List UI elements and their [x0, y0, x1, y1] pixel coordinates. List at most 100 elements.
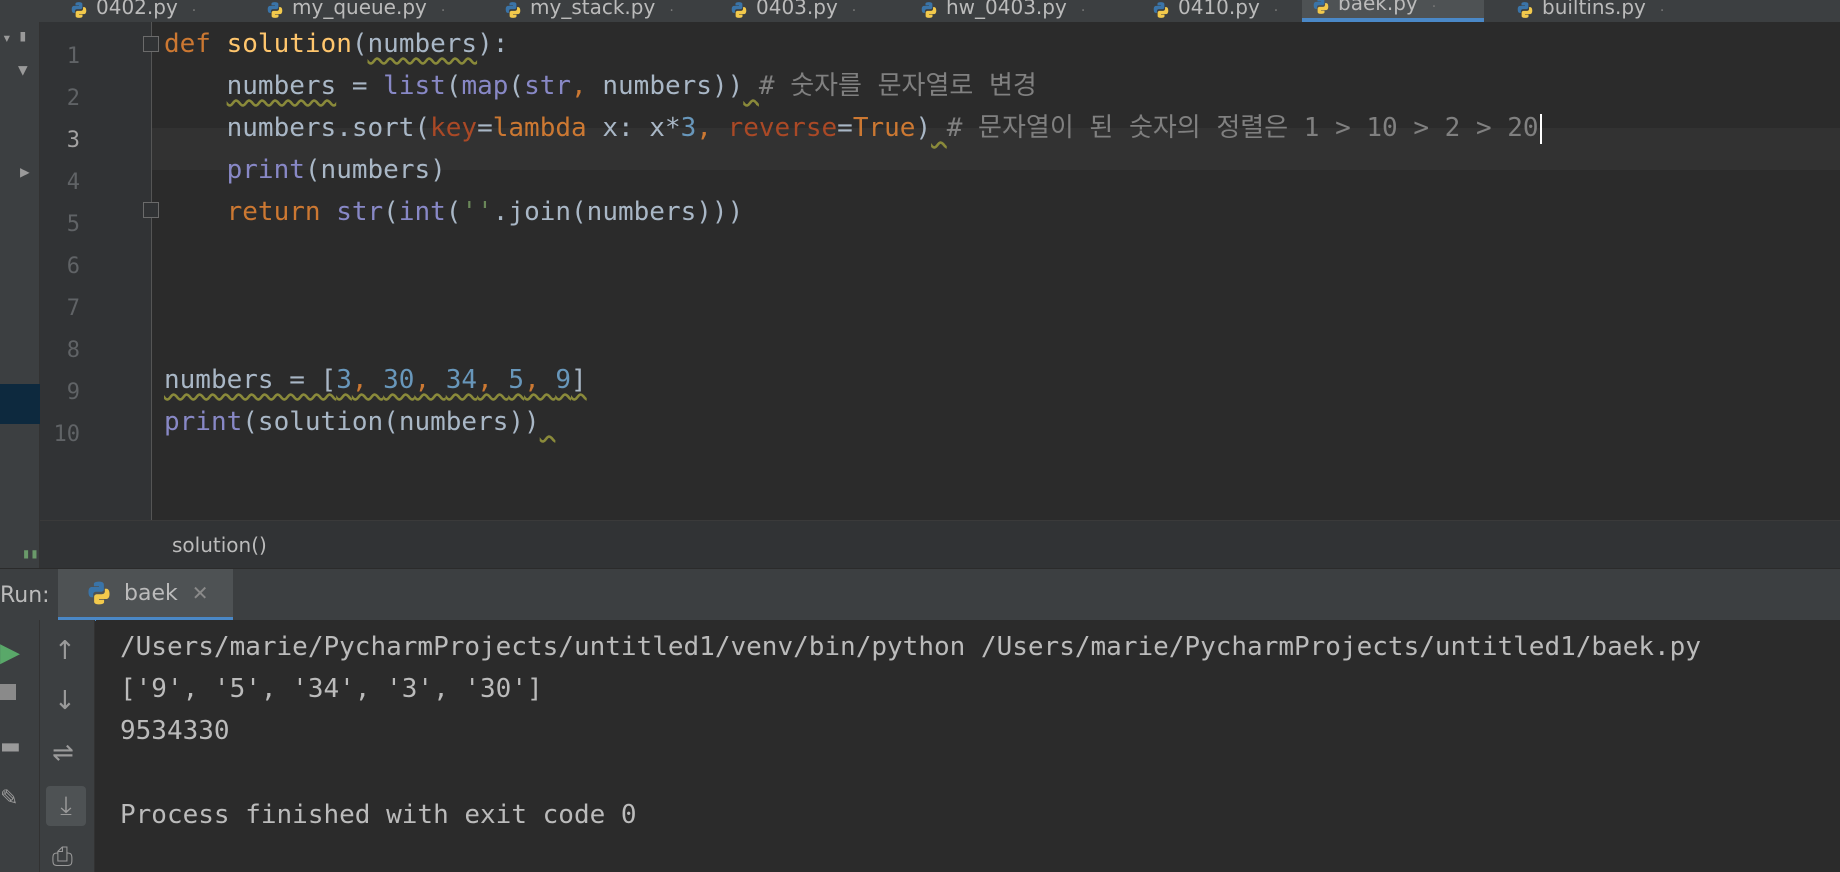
- code-token: 3: [336, 365, 352, 395]
- code-token: lambda: [492, 113, 603, 143]
- code-token: 30: [383, 365, 415, 395]
- code-token: (: [445, 197, 462, 227]
- tree-selected-row[interactable]: [0, 384, 40, 424]
- code-line[interactable]: print(solution(numbers)): [164, 401, 555, 443]
- code-token: return: [226, 197, 337, 227]
- close-icon[interactable]: ·: [1274, 3, 1278, 19]
- console-line: /Users/marie/PycharmProjects/untitled1/v…: [120, 632, 1701, 662]
- code-token: numbers.sort(: [226, 113, 431, 143]
- line-number: 3: [66, 128, 80, 153]
- soft-wrap-icon[interactable]: ⇌: [52, 738, 74, 768]
- code-token: True: [852, 113, 916, 143]
- code-token: print: [164, 407, 243, 437]
- code-token: numbers: [226, 71, 337, 101]
- file-icon[interactable]: ▮: [18, 26, 28, 45]
- tab-label: my_queue.py: [292, 0, 427, 19]
- close-icon[interactable]: ·: [669, 3, 673, 19]
- python-icon: [88, 581, 110, 605]
- breadcrumb-item-solution[interactable]: solution(): [172, 533, 267, 557]
- code-line[interactable]: numbers.sort(key=lambda x: x*3, reverse=…: [164, 107, 1542, 149]
- line-number: 7: [66, 296, 80, 321]
- python-icon: [731, 2, 747, 18]
- tab-my_queue-py[interactable]: my_queue.py ·: [256, 0, 476, 22]
- tab-builtins-py[interactable]: builtins.py ·: [1506, 0, 1696, 22]
- line-number: 8: [66, 338, 80, 363]
- code-line[interactable]: numbers = list(map(str, numbers)) # 숫자를 …: [164, 65, 1037, 107]
- line-number: 10: [53, 422, 81, 447]
- tab-hw_0403-py[interactable]: hw_0403.py ·: [910, 0, 1125, 22]
- scroll-to-end-icon[interactable]: ⤓: [46, 786, 86, 826]
- close-icon[interactable]: ·: [852, 3, 856, 19]
- python-icon: [71, 2, 87, 18]
- code-token: ,: [477, 365, 509, 395]
- tab-0410-py[interactable]: 0410.py ·: [1142, 0, 1282, 22]
- code-token: (: [445, 71, 462, 101]
- tab-baek-py[interactable]: baek.py ·: [1302, 0, 1484, 22]
- code-token: =: [837, 113, 853, 143]
- pin-icon[interactable]: ✎: [0, 786, 18, 811]
- close-icon[interactable]: ✕: [192, 581, 209, 605]
- run-label: Run:: [0, 583, 50, 608]
- run-console-output[interactable]: /Users/marie/PycharmProjects/untitled1/v…: [96, 620, 1840, 872]
- tab-0402-py[interactable]: 0402.py ·: [60, 0, 240, 22]
- close-icon[interactable]: ·: [1432, 0, 1436, 15]
- code-token: ,: [524, 365, 556, 395]
- close-icon[interactable]: ·: [192, 3, 196, 19]
- code-token: # 문자열이 된 숫자의 정렬은 1 > 10 > 2 > 20: [946, 113, 1539, 143]
- close-icon[interactable]: ·: [441, 3, 445, 19]
- chevron-down-icon[interactable]: ▼: [18, 60, 28, 79]
- chevron-right-icon[interactable]: ▶: [20, 162, 30, 181]
- code-token: (: [351, 29, 368, 59]
- project-tool-strip: ▾ ▮ ▼ ▶ ▮▮: [0, 22, 40, 568]
- chevron-down-icon[interactable]: ▾: [2, 28, 12, 47]
- tab-label: 0402.py: [96, 0, 178, 19]
- code-line[interactable]: print(numbers): [164, 149, 446, 191]
- structure-icon[interactable]: ▮▮: [22, 546, 39, 562]
- arrow-down-icon[interactable]: ↓: [54, 686, 76, 716]
- close-icon[interactable]: ·: [1660, 3, 1664, 19]
- line-number: 1: [66, 44, 80, 69]
- print-icon[interactable]: ⎙: [52, 842, 73, 872]
- arrow-up-icon[interactable]: ↑: [54, 636, 76, 666]
- code-line[interactable]: def solution(numbers):: [164, 23, 508, 65]
- code-token: 5: [508, 365, 525, 395]
- close-icon[interactable]: ·: [1081, 3, 1085, 19]
- code-token: list: [383, 71, 446, 101]
- console-line: Process finished with exit code 0: [120, 800, 637, 830]
- tab-my_stack-py[interactable]: my_stack.py ·: [494, 0, 704, 22]
- python-icon: [921, 2, 937, 18]
- run-toolbar-secondary: ↑ ↓ ⇌ ⤓ ⎙: [40, 620, 95, 872]
- line-number: 9: [66, 380, 80, 405]
- code-token: =: [336, 71, 384, 101]
- code-line[interactable]: numbers = [3, 30, 34, 5, 9]: [164, 359, 587, 401]
- code-token: def: [164, 29, 227, 59]
- code-line[interactable]: return str(int(''.join(numbers))): [164, 191, 744, 233]
- stop-icon[interactable]: [0, 684, 16, 700]
- code-token: 34: [445, 365, 478, 395]
- python-icon: [1153, 2, 1169, 18]
- code-token: =: [477, 113, 493, 143]
- run-tab-baek[interactable]: baek ✕: [58, 569, 233, 621]
- tab-0403-py[interactable]: 0403.py ·: [720, 0, 895, 22]
- code-token: x: x*: [602, 113, 681, 143]
- code-editor[interactable]: def solution(numbers): numbers = list(ma…: [152, 22, 1840, 520]
- python-icon: [1517, 2, 1533, 18]
- code-token: ): [915, 113, 932, 143]
- code-token: print: [226, 155, 305, 185]
- code-token: 9: [555, 365, 572, 395]
- code-token: )): [711, 71, 744, 101]
- code-token: (numbers): [304, 155, 446, 185]
- code-token: reverse: [727, 113, 838, 143]
- layout-icon[interactable]: ▬: [0, 734, 21, 759]
- code-token: numbers = [: [164, 365, 337, 395]
- text-caret: [1539, 113, 1542, 144]
- code-token: numbers: [602, 71, 712, 101]
- rerun-icon[interactable]: ▶: [0, 638, 20, 668]
- run-tool-window-header: Run: baek ✕: [0, 568, 1840, 621]
- code-token: ]: [571, 365, 587, 395]
- tab-label: 0403.py: [756, 0, 838, 19]
- line-number: 5: [66, 212, 80, 237]
